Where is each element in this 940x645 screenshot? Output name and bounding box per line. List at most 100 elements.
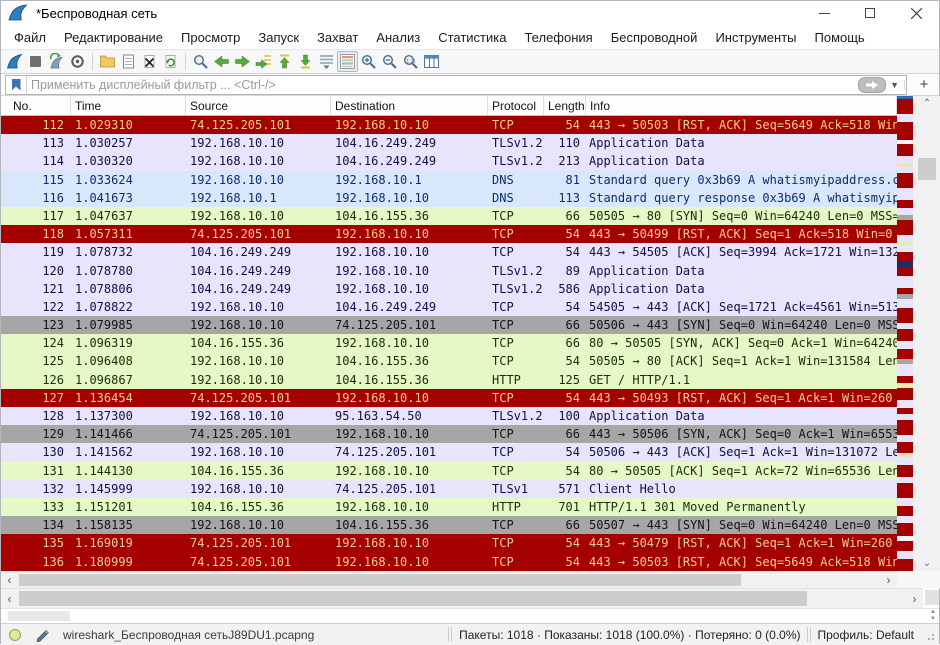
menu-item[interactable]: Беспроводной [602, 27, 707, 48]
column-header-destination[interactable]: Destination [331, 96, 488, 115]
scroll-right-arrow-icon[interactable]: › [906, 589, 923, 608]
find-packet-icon[interactable] [190, 51, 211, 72]
profile-label[interactable]: Профиль: Default [818, 628, 915, 642]
resize-columns-icon[interactable] [421, 51, 442, 72]
save-file-icon[interactable] [118, 51, 139, 72]
packet-row[interactable]: 1181.05731174.125.205.101192.168.10.10TC… [1, 225, 897, 243]
horizontal-scrollbar-list[interactable]: ‹ › [1, 571, 897, 588]
scroll-left-arrow-icon[interactable]: ‹ [1, 572, 18, 588]
packet-row[interactable]: 1361.18099974.125.205.101192.168.10.10TC… [1, 553, 897, 571]
menu-item[interactable]: Редактирование [55, 27, 172, 48]
capture-comment-icon[interactable] [35, 628, 49, 642]
display-filter-input[interactable] [27, 78, 858, 92]
packet-minimap[interactable] [897, 96, 913, 571]
menu-item[interactable]: Телефония [515, 27, 601, 48]
go-to-packet-icon[interactable] [253, 51, 274, 72]
column-header-time[interactable]: Time [71, 96, 186, 115]
zoom-out-icon[interactable] [379, 51, 400, 72]
packet-row[interactable]: 1251.096408192.168.10.10104.16.155.36TCP… [1, 352, 897, 370]
column-header-protocol[interactable]: Protocol [488, 96, 544, 115]
zoom-original-icon[interactable]: 1:1 [400, 51, 421, 72]
menu-item[interactable]: Инструменты [706, 27, 805, 48]
packet-row[interactable]: 1221.078822192.168.10.10104.16.249.249TC… [1, 298, 897, 316]
start-capture-icon[interactable] [4, 51, 25, 72]
scroll-right-arrow-icon[interactable]: › [880, 572, 897, 588]
filter-bookmark-button[interactable] [6, 76, 27, 94]
cell-source: 104.16.155.36 [186, 334, 331, 352]
packet-row[interactable]: 1261.096867192.168.10.10104.16.155.36HTT… [1, 371, 897, 389]
reload-file-icon[interactable] [160, 51, 181, 72]
packet-row[interactable]: 1311.144130104.16.155.36192.168.10.10TCP… [1, 462, 897, 480]
filter-dropdown-caret[interactable]: ▼ [889, 80, 905, 90]
menu-item[interactable]: Файл [5, 27, 55, 48]
restart-capture-icon[interactable] [46, 51, 67, 72]
packet-row[interactable]: 1131.030257192.168.10.10104.16.249.249TL… [1, 134, 897, 152]
packet-row[interactable]: 1231.079985192.168.10.1074.125.205.101TC… [1, 316, 897, 334]
packet-row[interactable]: 1321.145999192.168.10.1074.125.205.101TL… [1, 480, 897, 498]
auto-scroll-icon[interactable] [316, 51, 337, 72]
horizontal-scrollbar-secondary[interactable]: ‹ › [1, 588, 923, 608]
cell-time: 1.169019 [71, 534, 186, 552]
menu-item[interactable]: Статистика [429, 27, 515, 48]
go-back-icon[interactable] [211, 51, 232, 72]
menu-item[interactable]: Захват [308, 27, 367, 48]
packet-row[interactable]: 1141.030320192.168.10.10104.16.249.249TL… [1, 152, 897, 170]
cell-destination: 192.168.10.10 [331, 553, 488, 571]
pane-handle[interactable] [8, 611, 70, 621]
packet-row[interactable]: 1331.151201104.16.155.36192.168.10.10HTT… [1, 498, 897, 516]
stop-capture-icon[interactable] [25, 51, 46, 72]
tiny-scroll-arrows-icon[interactable]: ▲▼ [930, 609, 936, 623]
vertical-scrollbar-thumb[interactable] [918, 158, 936, 180]
maximize-button[interactable] [847, 1, 893, 25]
column-header-info[interactable]: Info [586, 96, 897, 115]
packet-row[interactable]: 1151.033624192.168.10.10192.168.10.1DNS8… [1, 171, 897, 189]
column-header-source[interactable]: Source [186, 96, 331, 115]
open-file-icon[interactable] [97, 51, 118, 72]
scroll-down-arrow-icon[interactable]: ⌄ [913, 556, 940, 571]
close-button[interactable] [893, 1, 939, 25]
vertical-scrollbar[interactable]: ⌃ ⌄ [913, 96, 940, 571]
packet-row[interactable]: 1301.141562192.168.10.1074.125.205.101TC… [1, 443, 897, 461]
scroll-up-arrow-icon[interactable]: ⌃ [913, 96, 940, 111]
hscrollbar-thumb[interactable] [19, 591, 807, 606]
cell-time: 1.096408 [71, 352, 186, 370]
packet-row[interactable]: 1271.13645474.125.205.101192.168.10.10TC… [1, 389, 897, 407]
packet-row[interactable]: 1351.16901974.125.205.101192.168.10.10TC… [1, 534, 897, 552]
resize-grip[interactable] [924, 630, 934, 640]
packet-row[interactable]: 1211.078806104.16.249.249192.168.10.10TL… [1, 280, 897, 298]
cell-info: Application Data [586, 152, 897, 170]
menu-item[interactable]: Помощь [806, 27, 874, 48]
menu-item[interactable]: Просмотр [172, 27, 249, 48]
go-to-bottom-icon[interactable] [295, 51, 316, 72]
column-header-length[interactable]: Length [544, 96, 586, 115]
go-to-top-icon[interactable] [274, 51, 295, 72]
wireshark-logo-icon[interactable] [8, 4, 28, 22]
packet-row[interactable]: 1161.041673192.168.10.1192.168.10.10DNS1… [1, 189, 897, 207]
capture-options-icon[interactable] [67, 51, 88, 72]
apply-filter-button[interactable] [858, 77, 886, 93]
packet-row[interactable]: 1121.02931074.125.205.101192.168.10.10TC… [1, 116, 897, 134]
packet-row[interactable]: 1341.158135192.168.10.10104.16.155.36TCP… [1, 516, 897, 534]
colorize-packets-icon[interactable] [337, 51, 358, 72]
packet-row[interactable]: 1201.078780104.16.249.249192.168.10.10TL… [1, 262, 897, 280]
menu-item[interactable]: Анализ [367, 27, 429, 48]
pane-splitter[interactable] [925, 590, 939, 605]
packet-row[interactable]: 1291.14146674.125.205.101192.168.10.10TC… [1, 425, 897, 443]
expert-info-indicator-icon[interactable] [9, 629, 21, 641]
packet-row[interactable]: 1241.096319104.16.155.36192.168.10.10TCP… [1, 334, 897, 352]
packet-row[interactable]: 1281.137300192.168.10.1095.163.54.50TLSv… [1, 407, 897, 425]
minimize-button[interactable] [801, 1, 847, 25]
cell-no: 134 [1, 516, 71, 534]
scroll-left-arrow-icon[interactable]: ‹ [1, 589, 18, 608]
packet-row[interactable]: 1171.047637192.168.10.10104.16.155.36TCP… [1, 207, 897, 225]
go-forward-icon[interactable] [232, 51, 253, 72]
add-filter-button-plus[interactable]: + [915, 76, 933, 93]
hscrollbar-thumb[interactable] [19, 574, 741, 586]
packet-row[interactable]: 1191.078732104.16.249.249192.168.10.10TC… [1, 243, 897, 261]
zoom-in-icon[interactable] [358, 51, 379, 72]
cell-protocol: TLSv1.2 [488, 280, 544, 298]
close-file-icon[interactable] [139, 51, 160, 72]
column-header-no[interactable]: No. [1, 96, 71, 115]
menu-item[interactable]: Запуск [249, 27, 308, 48]
cell-destination: 192.168.10.10 [331, 462, 488, 480]
